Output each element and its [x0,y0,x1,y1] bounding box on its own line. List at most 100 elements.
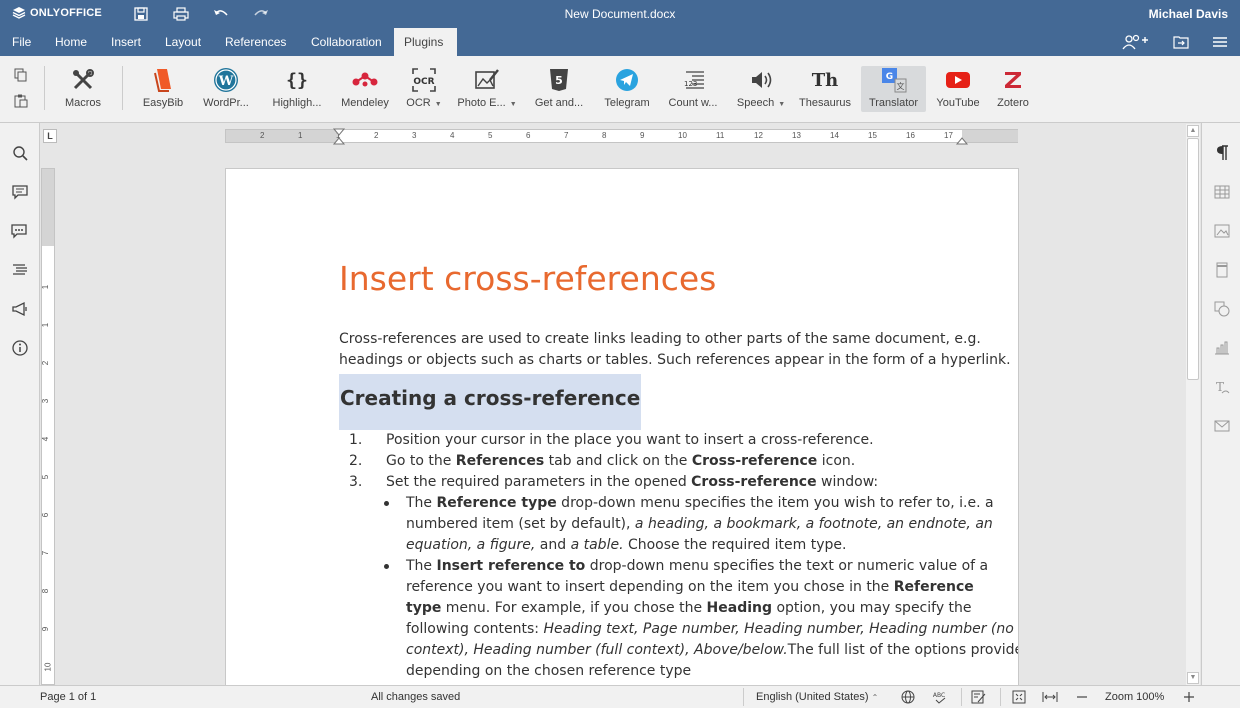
right-indent-marker-icon[interactable] [956,133,968,145]
status-separator [743,688,744,706]
comments-icon[interactable] [10,182,30,202]
add-user-icon[interactable] [1122,33,1148,51]
image-settings-icon[interactable] [1212,221,1232,241]
easybib-icon [151,66,175,94]
text-art-settings-icon[interactable]: T [1212,377,1232,397]
fit-page-icon[interactable] [1010,689,1028,705]
info-icon[interactable] [10,338,30,358]
plugin-telegram-button[interactable]: Telegram [600,66,654,120]
chevron-down-icon[interactable]: ▼ [435,101,442,108]
zoom-level[interactable]: Zoom 100% [1105,691,1164,703]
header-footer-settings-icon[interactable] [1212,260,1232,280]
text-run: Go to the [386,453,456,469]
tab-references[interactable]: References [215,28,296,56]
menu-hamburger-icon[interactable] [1210,33,1230,51]
chat-icon[interactable] [10,221,30,241]
ocr-icon: OCR [411,66,437,94]
plugin-get-and-paste-html-button[interactable]: 5 Get and... [531,66,587,120]
tab-stop-selector[interactable]: L [43,129,57,143]
document-page[interactable]: Insert cross-references Cross-references… [225,168,1019,688]
fit-width-icon[interactable] [1041,689,1059,705]
intro-paragraph[interactable]: Cross-references are used to create link… [339,329,1011,371]
feedback-megaphone-icon[interactable] [10,299,30,319]
zoom-in-icon[interactable] [1180,689,1198,705]
tab-layout[interactable]: Layout [155,28,211,56]
document-heading[interactable]: Insert cross-references [339,259,716,298]
ruler-number: 7 [564,131,569,140]
list-item[interactable]: Set the required parameters in the opene… [386,472,878,493]
spellcheck-icon[interactable]: ABC [931,689,949,705]
vertical-scrollbar[interactable]: ▲ ▼ [1186,124,1200,685]
track-changes-icon[interactable] [970,689,988,705]
list-number: 3. [349,474,363,490]
globe-icon[interactable] [899,689,917,705]
chevron-up-icon: ⌃ [871,693,879,702]
open-location-icon[interactable] [1171,33,1191,51]
plugin-thesaurus-button[interactable]: Th Thesaurus [796,66,854,120]
photo-editor-icon [474,66,500,94]
ruler-number: 16 [906,131,915,140]
user-name[interactable]: Michael Davis [1149,7,1228,21]
text-line: Cross-references are used to create link… [339,331,981,347]
copy-icon[interactable] [13,68,29,87]
plugin-label: Photo E... [457,97,506,109]
svg-text:W: W [218,74,234,89]
zoom-out-icon[interactable] [1073,689,1091,705]
ruler-number: 12 [754,131,763,140]
plugin-mendeley-button[interactable]: Mendeley [338,66,392,120]
text-run: option, you may specify the [772,600,972,616]
plugin-ocr-button[interactable]: OCR OCR ▼ [404,66,444,120]
paragraph-settings-icon[interactable] [1212,143,1232,163]
plugin-label: Get and... [534,97,584,109]
text-line: headings or objects such as charts or ta… [339,352,1011,368]
list-item[interactable]: Position your cursor in the place you wa… [386,430,874,451]
table-settings-icon[interactable] [1212,182,1232,202]
shape-settings-icon[interactable] [1212,299,1232,319]
navigation-icon[interactable] [10,260,30,280]
plugin-speech-button[interactable]: Speech ▼ [734,66,788,120]
toolbar-separator [44,66,45,110]
page-indicator[interactable]: Page 1 of 1 [40,691,96,703]
tab-plugins[interactable]: Plugins [394,28,457,57]
indent-marker-icon[interactable] [333,128,345,146]
tab-insert[interactable]: Insert [101,28,151,56]
text-run: menu. For example, if you chose the [441,600,707,616]
list-item[interactable]: Go to the References tab and click on th… [386,451,855,472]
document-subheading[interactable]: Creating a cross-reference [339,374,642,430]
ruler-number: 1 [41,284,51,290]
chevron-down-icon[interactable]: ▼ [778,101,785,108]
text-line: The Insert reference to drop-down menu s… [406,556,1018,577]
language-selector[interactable]: English (United States) ⌃ [756,691,878,703]
scroll-down-arrow-icon[interactable]: ▼ [1187,672,1199,684]
tab-file[interactable]: File [2,28,41,56]
plugin-count-words-button[interactable]: 123 Count w... [663,66,723,120]
scrollbar-thumb[interactable] [1187,138,1199,380]
plugin-label: Telegram [604,97,650,109]
chevron-down-icon[interactable]: ▼ [510,101,517,108]
scroll-up-arrow-icon[interactable]: ▲ [1187,125,1199,137]
plugin-easybib-button[interactable]: EasyBib [138,66,188,120]
paste-icon[interactable] [13,94,29,113]
horizontal-ruler[interactable]: 2 1 1 2 3 4 5 6 7 8 9 10 11 12 13 14 15 16 17 [225,128,1018,146]
plugin-photo-editor-button[interactable]: Photo E... ▼ [454,66,520,120]
italic-text: equation, a figure, [406,537,536,553]
ruler-number: 10 [678,131,687,140]
word-count-icon: 123 [680,66,706,94]
speaker-icon [749,66,773,94]
mail-merge-icon[interactable] [1212,416,1232,436]
plugin-translator-button[interactable]: G文 Translator [861,66,926,112]
search-icon[interactable] [10,143,30,163]
plugin-wordpress-button[interactable]: W WordPr... [198,66,254,120]
translator-icon: G文 [881,66,907,94]
tab-home[interactable]: Home [45,28,97,56]
plugin-highlight-code-button[interactable]: {} Highligh... [268,66,326,120]
chart-settings-icon[interactable] [1212,338,1232,358]
vertical-ruler[interactable]: 11234567891011 [41,168,55,708]
plugin-zotero-button[interactable]: Zotero [992,66,1034,120]
bold-text: References [455,453,545,469]
macros-button[interactable]: Macros [58,66,108,120]
plugin-youtube-button[interactable]: YouTube [932,66,984,120]
tab-collaboration[interactable]: Collaboration [301,28,392,56]
bullet-item[interactable]: The Insert reference to drop-down menu s… [406,556,1018,682]
bullet-item[interactable]: The Reference type drop-down menu specif… [406,493,994,556]
